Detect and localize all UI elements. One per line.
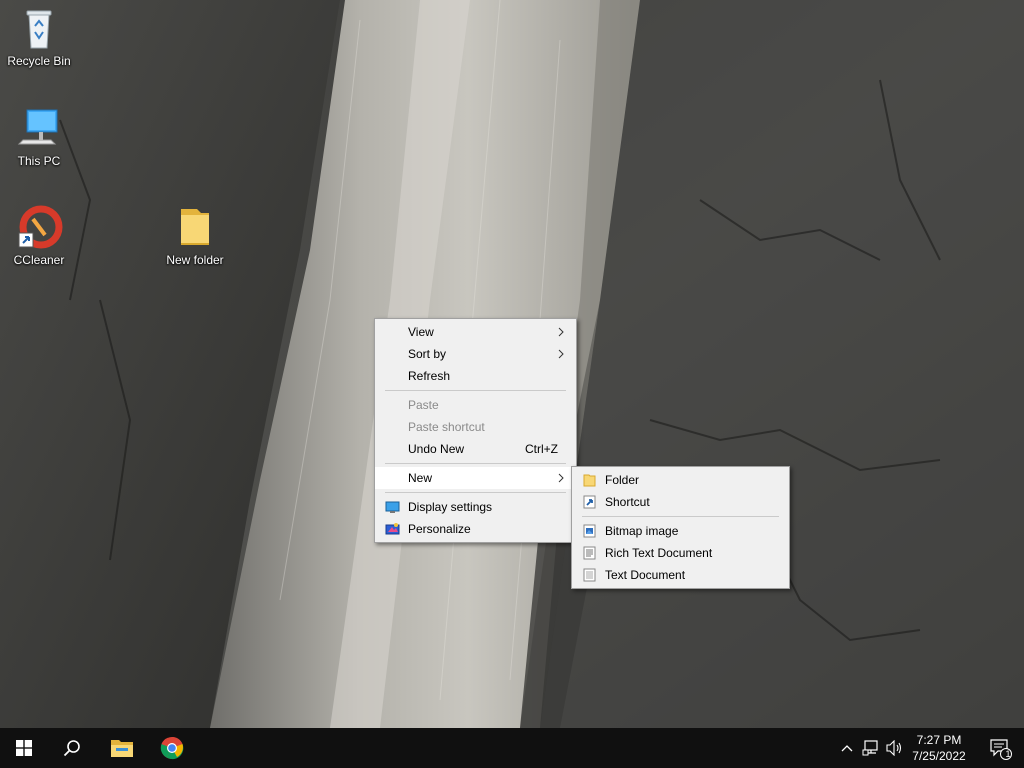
menu-separator (582, 516, 779, 517)
chevron-right-icon (558, 473, 564, 483)
submenu-item-shortcut[interactable]: Shortcut (572, 491, 789, 513)
desktop-icon-label: CCleaner (13, 253, 65, 267)
chrome-button[interactable] (148, 728, 196, 768)
menu-item-label: Paste (408, 398, 439, 412)
menu-item-view[interactable]: View (375, 321, 576, 343)
desktop-icon-recycle-bin[interactable]: Recycle Bin (1, 6, 77, 68)
menu-item-display-settings[interactable]: Display settings (375, 496, 576, 518)
folder-icon (583, 474, 596, 487)
text-document-icon (583, 568, 596, 582)
computer-icon (15, 106, 63, 150)
shortcut-icon (583, 495, 596, 509)
folder-icon (171, 205, 219, 249)
chrome-icon (160, 736, 184, 760)
menu-item-label: Personalize (408, 522, 471, 536)
taskbar: 7:27 PM 7/25/2022 1 (0, 728, 1024, 768)
personalize-icon (385, 523, 400, 535)
recycle-bin-icon (15, 6, 63, 50)
desktop-icon-label: Recycle Bin (7, 54, 71, 68)
search-button[interactable] (48, 728, 96, 768)
chevron-up-icon (841, 745, 853, 752)
submenu-item-bitmap-image[interactable]: Bitmap image (572, 520, 789, 542)
menu-item-refresh[interactable]: Refresh (375, 365, 576, 387)
desktop-icon-this-pc[interactable]: This PC (1, 106, 77, 168)
menu-item-paste[interactable]: Paste (375, 394, 576, 416)
menu-item-label: Shortcut (605, 495, 650, 509)
chevron-right-icon (558, 327, 564, 337)
windows-start-icon (16, 740, 32, 756)
show-hidden-icons-button[interactable] (836, 728, 858, 768)
start-button[interactable] (0, 728, 48, 768)
menu-item-undo-new[interactable]: Undo New Ctrl+Z (375, 438, 576, 460)
menu-item-label: Refresh (408, 369, 451, 383)
desktop-icon-new-folder[interactable]: New folder (157, 205, 233, 267)
file-explorer-icon (111, 740, 133, 757)
menu-item-label: New (408, 471, 433, 485)
rich-text-document-icon (583, 546, 596, 560)
menu-separator (385, 390, 566, 391)
menu-item-label: Undo New (408, 442, 465, 456)
submenu-item-text-document[interactable]: Text Document (572, 564, 789, 586)
menu-item-label: Paste shortcut (408, 420, 485, 434)
network-button[interactable] (860, 728, 882, 768)
menu-separator (385, 492, 566, 493)
bitmap-icon (583, 524, 596, 538)
ccleaner-icon (15, 205, 63, 249)
desktop-context-menu: View Sort by Refresh Paste Paste shortcu… (374, 318, 577, 543)
menu-item-accelerator: Ctrl+Z (525, 442, 558, 456)
search-icon (63, 740, 80, 757)
clock-date: 7/25/2022 (912, 749, 966, 763)
menu-item-paste-shortcut[interactable]: Paste shortcut (375, 416, 576, 438)
action-center-button[interactable]: 1 (976, 728, 1024, 768)
clock-time: 7:27 PM (916, 733, 962, 747)
menu-item-label: Display settings (408, 500, 493, 514)
display-settings-icon (385, 501, 400, 513)
menu-item-label: Sort by (408, 347, 447, 361)
menu-item-new[interactable]: New (375, 467, 576, 489)
network-icon (862, 740, 878, 756)
menu-item-personalize[interactable]: Personalize (375, 518, 576, 540)
menu-item-label: Bitmap image (605, 524, 679, 538)
notification-count-badge: 1 (1005, 749, 1011, 759)
menu-separator (385, 463, 566, 464)
chevron-right-icon (558, 349, 564, 359)
new-submenu: Folder Shortcut Bitmap image Rich Text D… (571, 466, 790, 589)
desktop-icon-label: New folder (166, 253, 224, 267)
file-explorer-button[interactable] (98, 728, 146, 768)
desktop-icon-ccleaner[interactable]: CCleaner (1, 205, 77, 267)
menu-item-label: View (408, 325, 434, 339)
menu-item-label: Rich Text Document (605, 546, 713, 560)
desktop-icon-label: This PC (17, 154, 61, 168)
menu-item-label: Folder (605, 473, 640, 487)
taskbar-clock[interactable]: 7:27 PM 7/25/2022 (900, 732, 978, 764)
submenu-item-rich-text-document[interactable]: Rich Text Document (572, 542, 789, 564)
menu-item-label: Text Document (605, 568, 686, 582)
menu-item-sort-by[interactable]: Sort by (375, 343, 576, 365)
submenu-item-folder[interactable]: Folder (572, 469, 789, 491)
